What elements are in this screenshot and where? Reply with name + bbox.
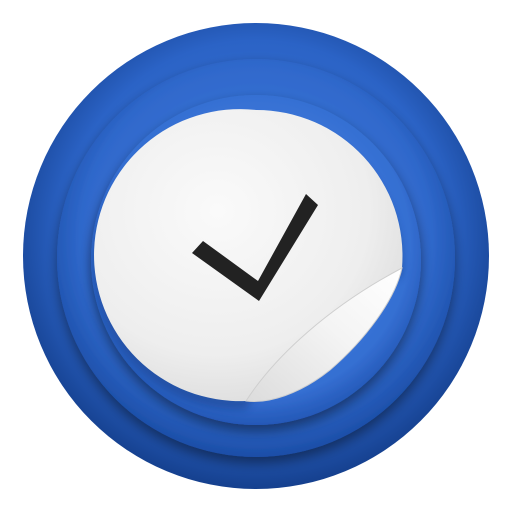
app-icon (23, 23, 489, 489)
